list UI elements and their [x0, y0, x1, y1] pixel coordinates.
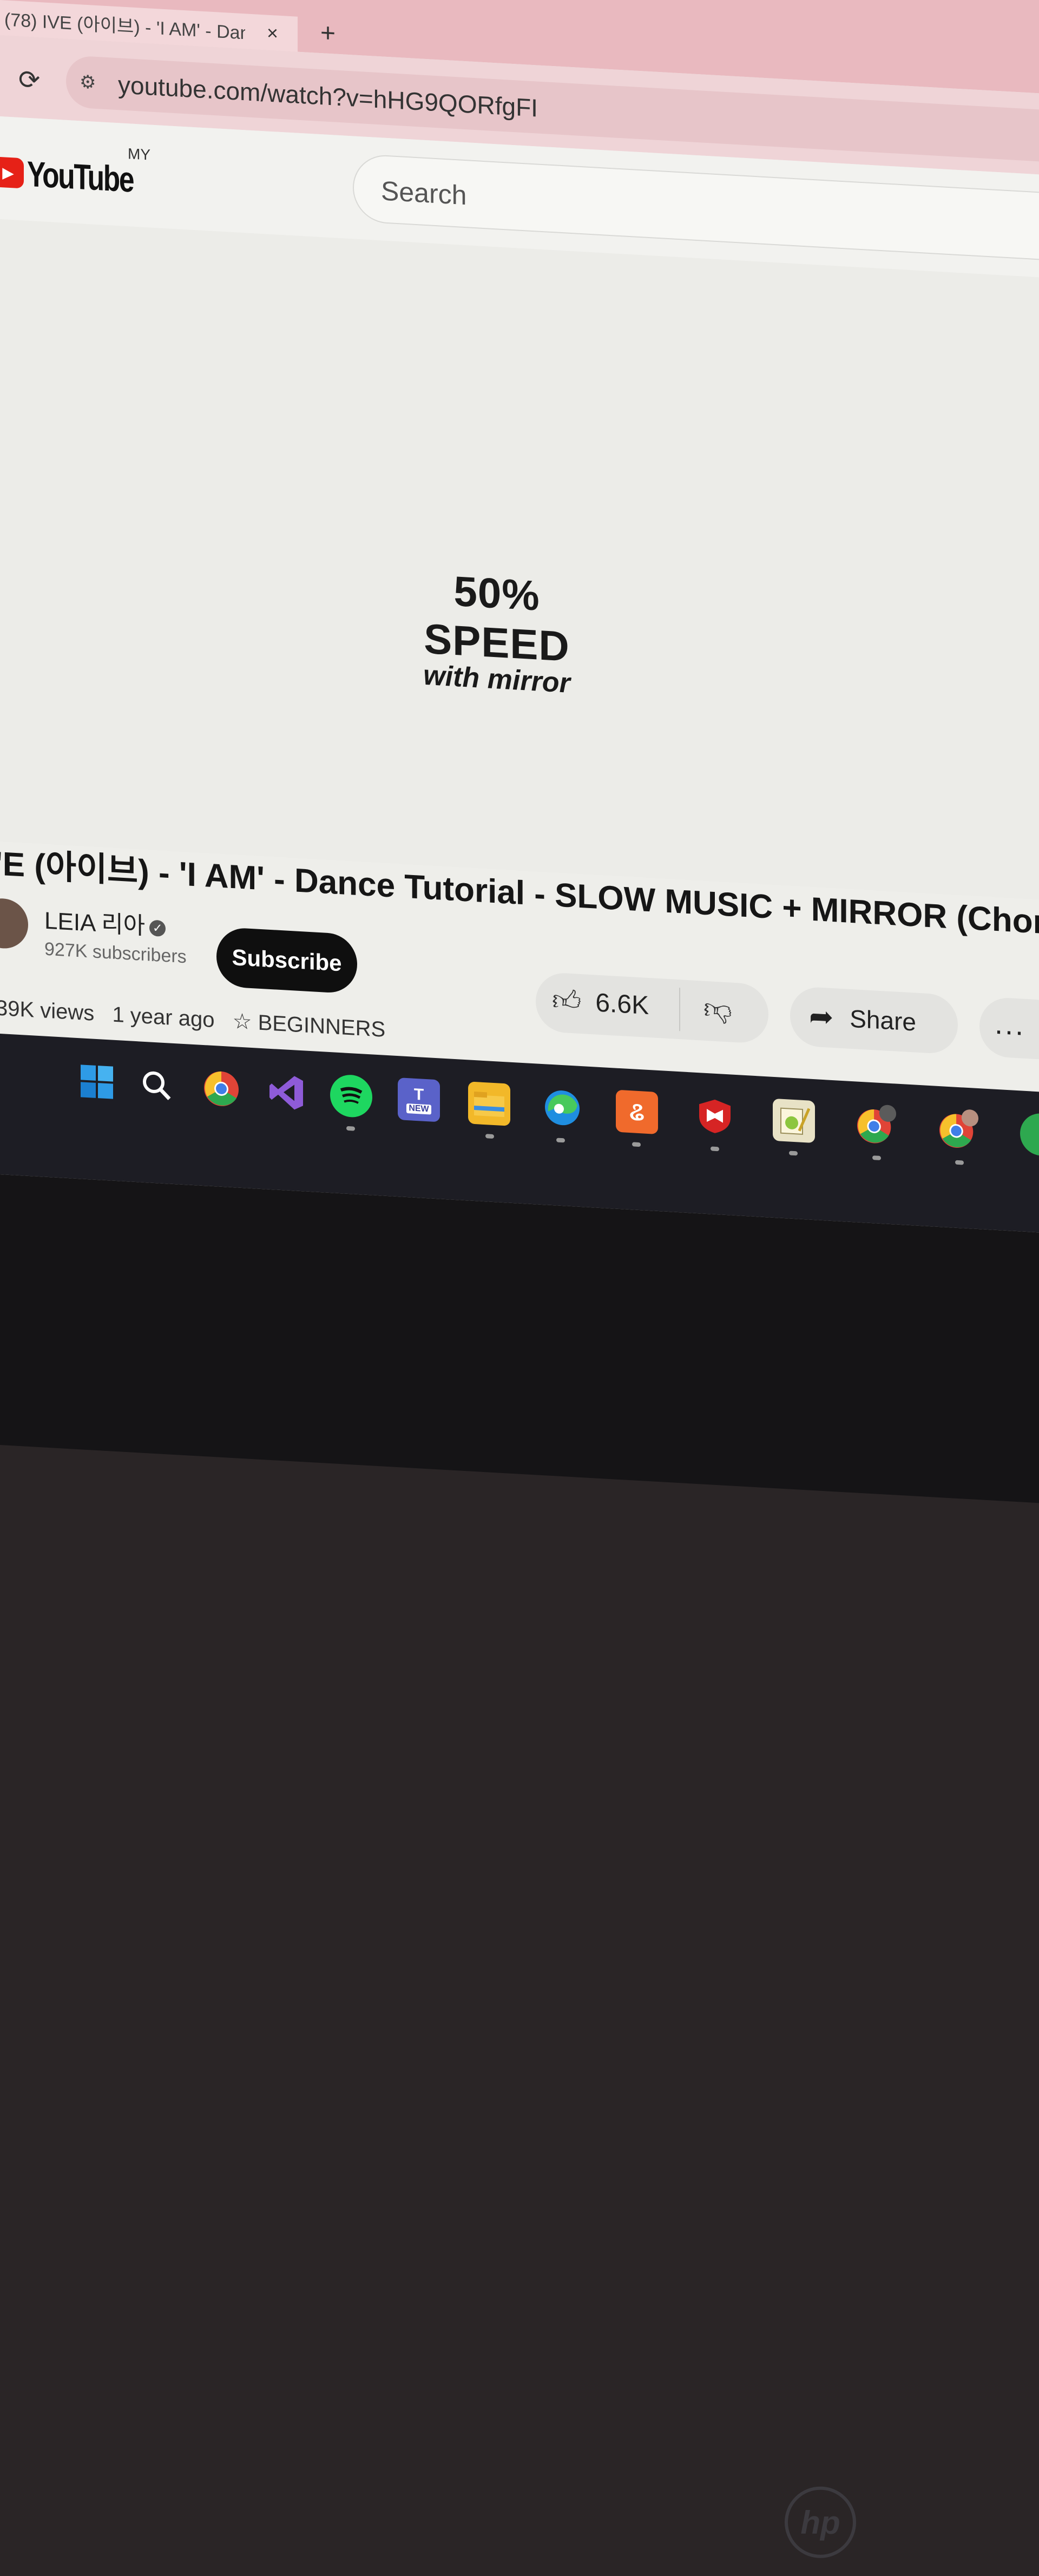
chrome-profile-1-icon[interactable] [855, 1103, 897, 1147]
tab-close-icon[interactable]: × [267, 21, 278, 44]
play-logo-icon: ▶ [0, 156, 24, 189]
chrome-profile-3-icon[interactable] [1020, 1112, 1039, 1157]
spotify-icon[interactable] [330, 1074, 372, 1119]
video-stats: 39K views 1 year ago ☆ BEGINNERS [0, 996, 397, 1043]
thumbs-up-icon: 👍︎ [552, 984, 582, 1018]
share-arrow-icon: ➦ [809, 1000, 834, 1034]
visual-studio-icon[interactable] [265, 1070, 307, 1114]
share-label: Share [850, 1004, 916, 1036]
channel-name-text: LEIA 리아 [44, 907, 146, 939]
running-indicator [632, 1142, 641, 1147]
running-indicator [789, 1151, 798, 1156]
youtube-wordmark: YouTube [27, 153, 134, 200]
speed-label: 50% SPEED [424, 567, 570, 671]
mcafee-icon[interactable] [694, 1094, 736, 1139]
running-indicator [955, 1160, 964, 1165]
upload-age: 1 year ago [112, 1002, 215, 1033]
video-player[interactable]: 50% SPEED with mirror [0, 219, 1039, 900]
teams-letter: T [413, 1085, 424, 1104]
edge-icon[interactable] [541, 1086, 583, 1130]
notepad-plus-plus-icon[interactable] [773, 1098, 815, 1144]
windows-start-icon[interactable] [76, 1060, 118, 1104]
like-dislike-group: 👍︎ 6.6K 👎︎ [536, 971, 768, 1044]
running-indicator [485, 1134, 494, 1139]
channel-name[interactable]: LEIA 리아 ✓ [44, 901, 166, 943]
share-button[interactable]: ➦ Share [790, 985, 958, 1055]
hp-logo: hp [785, 2486, 856, 2558]
new-tab-icon[interactable]: + [320, 18, 336, 49]
video-overlay-text: 50% SPEED with mirror [383, 563, 610, 702]
site-settings-icon[interactable]: ⚙ [80, 71, 96, 94]
subscriber-count: 927K subscribers [44, 938, 187, 968]
monitor-bezel: hp [0, 1174, 1039, 2558]
url-text[interactable]: youtube.com/watch?v=hHG9QORfgFI [118, 70, 538, 122]
thumbs-down-icon: 👎︎ [703, 993, 732, 1026]
reload-icon[interactable]: ⟳ [18, 64, 40, 96]
like-button[interactable]: 👍︎ 6.6K [552, 983, 649, 1022]
search-icon[interactable] [135, 1063, 177, 1107]
teams-new-badge: NEW [406, 1103, 431, 1115]
like-count: 6.6K [595, 988, 649, 1020]
file-explorer-icon[interactable] [468, 1081, 510, 1126]
more-icon: ... [995, 1007, 1026, 1042]
subscribe-button[interactable]: Subscribe [216, 926, 357, 994]
screen: (78) IVE (아이브) - 'I AM' - Danc × + ⟳ ⚙ y… [0, 0, 1039, 2558]
country-code: MY [128, 145, 150, 163]
more-actions-button[interactable]: ... [979, 996, 1039, 1061]
running-indicator [711, 1146, 719, 1152]
search-placeholder: Search [381, 175, 467, 211]
chrome-icon[interactable] [200, 1067, 242, 1111]
running-indicator [872, 1155, 881, 1161]
avatar[interactable] [0, 897, 28, 950]
hashtag-beginners[interactable]: ☆ BEGINNERS [233, 1009, 386, 1042]
dislike-button[interactable]: 👎︎ [703, 992, 732, 1027]
divider [679, 988, 680, 1031]
running-indicator [556, 1138, 565, 1143]
verified-icon: ✓ [149, 919, 166, 937]
chrome-profile-2-icon[interactable] [937, 1108, 979, 1152]
view-count: 39K views [0, 996, 95, 1026]
teams-icon[interactable]: T NEW [398, 1077, 440, 1122]
xampp-icon[interactable]: ଌ [616, 1089, 658, 1134]
running-indicator [346, 1126, 355, 1131]
